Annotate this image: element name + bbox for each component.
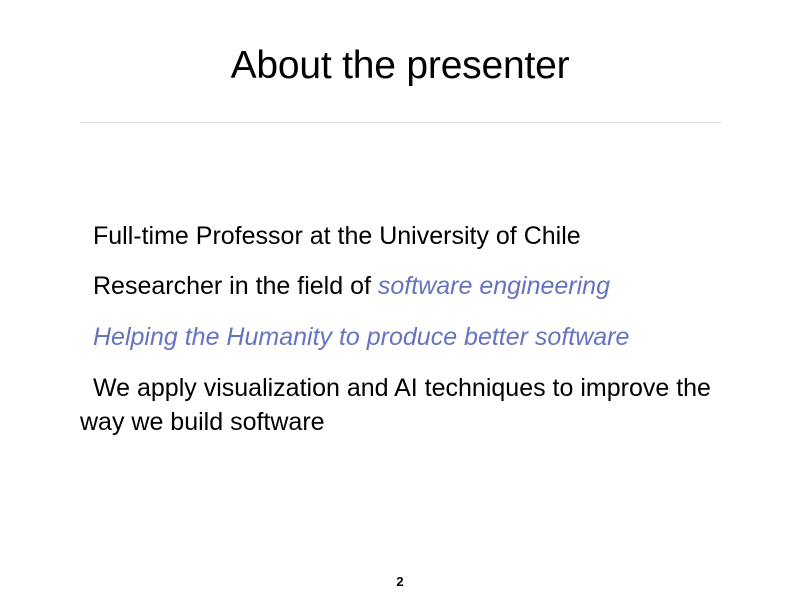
bullet-line-4: We apply visualization and AI techniques…	[80, 371, 720, 439]
bullet-line-2: Researcher in the field of software engi…	[80, 269, 720, 303]
bullet-line-3-emphasis: Helping the Humanity to produce better s…	[93, 323, 630, 351]
bullet-line-2-text: Researcher in the field of	[93, 272, 378, 300]
slide-title: About the presenter	[230, 44, 570, 87]
bullet-line-2-emphasis: software engineering	[377, 272, 610, 300]
bullet-line-3: Helping the Humanity to produce better s…	[80, 320, 720, 354]
bullet-line-1-text: Full-time Professor at the University of…	[93, 222, 581, 250]
page-number: 2	[396, 574, 404, 589]
title-divider	[80, 122, 721, 123]
bullet-line-1: Full-time Professor at the University of…	[80, 219, 720, 253]
bullet-line-4-text: We apply visualization and AI techniques…	[80, 374, 711, 436]
